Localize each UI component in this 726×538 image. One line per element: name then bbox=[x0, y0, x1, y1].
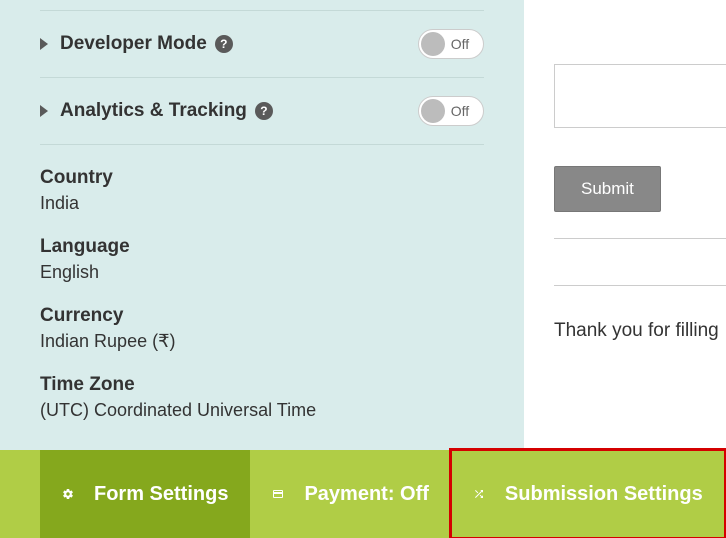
left-settings-panel: Developer Mode ? Off Analytics & Trackin… bbox=[0, 0, 524, 450]
divider bbox=[554, 285, 726, 286]
timezone-value: (UTC) Coordinated Universal Time bbox=[40, 400, 484, 421]
tab-form-settings[interactable]: Form Settings bbox=[40, 450, 250, 538]
credit-card-icon bbox=[272, 483, 294, 505]
language-value: English bbox=[40, 262, 484, 283]
divider bbox=[554, 238, 726, 239]
analytics-tracking-text: Analytics & Tracking bbox=[60, 100, 247, 122]
developer-mode-label: Developer Mode ? bbox=[40, 33, 233, 55]
toggle-state: Off bbox=[445, 36, 481, 52]
analytics-tracking-toggle[interactable]: Off bbox=[418, 96, 484, 126]
thank-you-text: Thank you for filling bbox=[554, 320, 726, 342]
help-icon[interactable]: ? bbox=[255, 102, 273, 120]
preview-input-box[interactable] bbox=[554, 64, 726, 128]
developer-mode-row[interactable]: Developer Mode ? Off bbox=[40, 10, 484, 78]
country-label: Country bbox=[40, 167, 484, 189]
language-block: Language English bbox=[40, 236, 484, 283]
developer-mode-text: Developer Mode bbox=[60, 33, 207, 55]
developer-mode-toggle[interactable]: Off bbox=[418, 29, 484, 59]
timezone-block: Time Zone (UTC) Coordinated Universal Ti… bbox=[40, 374, 484, 421]
country-value: India bbox=[40, 193, 484, 214]
toggle-state: Off bbox=[445, 103, 481, 119]
currency-value: Indian Rupee (₹) bbox=[40, 331, 484, 352]
bottom-tab-bar: Form Settings Payment: Off Submission Se… bbox=[0, 450, 726, 538]
country-block: Country India bbox=[40, 167, 484, 214]
tab-payment-label: Payment: Off bbox=[304, 483, 428, 506]
help-icon[interactable]: ? bbox=[215, 35, 233, 53]
tab-submission-settings-label: Submission Settings bbox=[505, 483, 703, 506]
tab-form-settings-label: Form Settings bbox=[94, 483, 228, 506]
preview-area: Submit Thank you for filling bbox=[554, 0, 726, 450]
toggle-knob bbox=[421, 32, 445, 56]
chevron-right-icon bbox=[40, 38, 48, 50]
submit-button[interactable]: Submit bbox=[554, 166, 661, 212]
timezone-label: Time Zone bbox=[40, 374, 484, 396]
gear-icon bbox=[62, 483, 84, 505]
language-label: Language bbox=[40, 236, 484, 258]
tab-payment[interactable]: Payment: Off bbox=[250, 450, 450, 538]
shuffle-icon bbox=[473, 483, 495, 505]
analytics-tracking-row[interactable]: Analytics & Tracking ? Off bbox=[40, 78, 484, 145]
analytics-tracking-label: Analytics & Tracking ? bbox=[40, 100, 273, 122]
currency-label: Currency bbox=[40, 305, 484, 327]
tab-submission-settings[interactable]: Submission Settings bbox=[451, 450, 725, 538]
chevron-right-icon bbox=[40, 105, 48, 117]
toggle-knob bbox=[421, 99, 445, 123]
currency-block: Currency Indian Rupee (₹) bbox=[40, 305, 484, 352]
